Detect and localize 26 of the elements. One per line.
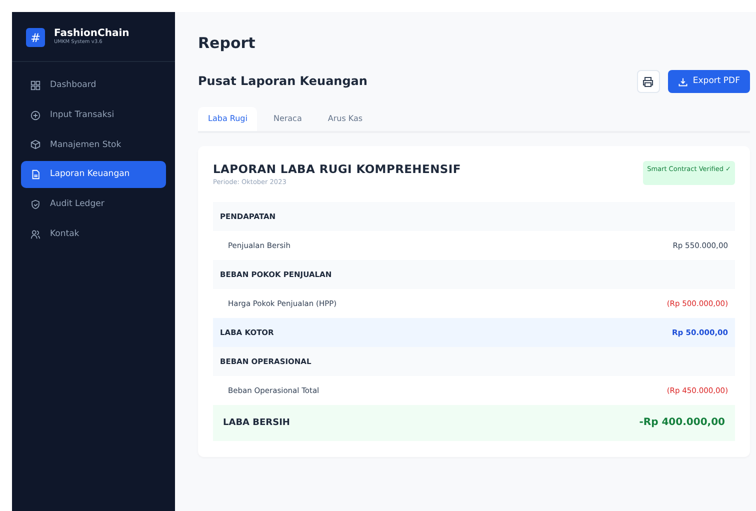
page-title: Report [198,34,256,52]
sidebar-item[interactable]: Audit Ledger [21,191,166,218]
shield-icon [30,198,41,210]
export-pdf-button[interactable]: Export PDF [668,70,750,93]
print-button[interactable] [636,70,660,93]
cube-icon [30,139,41,150]
tab[interactable]: Laba Rugi [198,107,258,131]
tab[interactable]: Arus Kas [318,107,373,131]
document-icon [30,169,41,180]
print-icon [642,76,654,88]
grid-icon [30,80,41,91]
sidebar-item[interactable]: Input Transaksi [21,102,166,128]
sidebar-item[interactable]: Kontak [21,220,166,248]
total-amount: -Rp 400.000,00 [639,418,725,428]
total-label: LABA BERSIH [223,418,290,428]
users-icon [30,228,41,240]
tab[interactable]: Neraca [263,107,312,131]
app-logo: # [26,28,45,47]
sidebar-item[interactable]: Dashboard [21,72,166,99]
app-name: FashionChain [54,28,130,40]
download-icon [678,76,688,86]
sidebar-item[interactable]: Laporan Keuangan [21,161,166,188]
report-title: LAPORAN LABA RUGI KOMPREHENSIF [213,161,461,178]
sidebar-item[interactable]: Manajemen Stok [21,132,166,158]
plus-circle-icon [30,110,41,121]
section-title: Pusat Laporan Keuangan [198,74,368,89]
